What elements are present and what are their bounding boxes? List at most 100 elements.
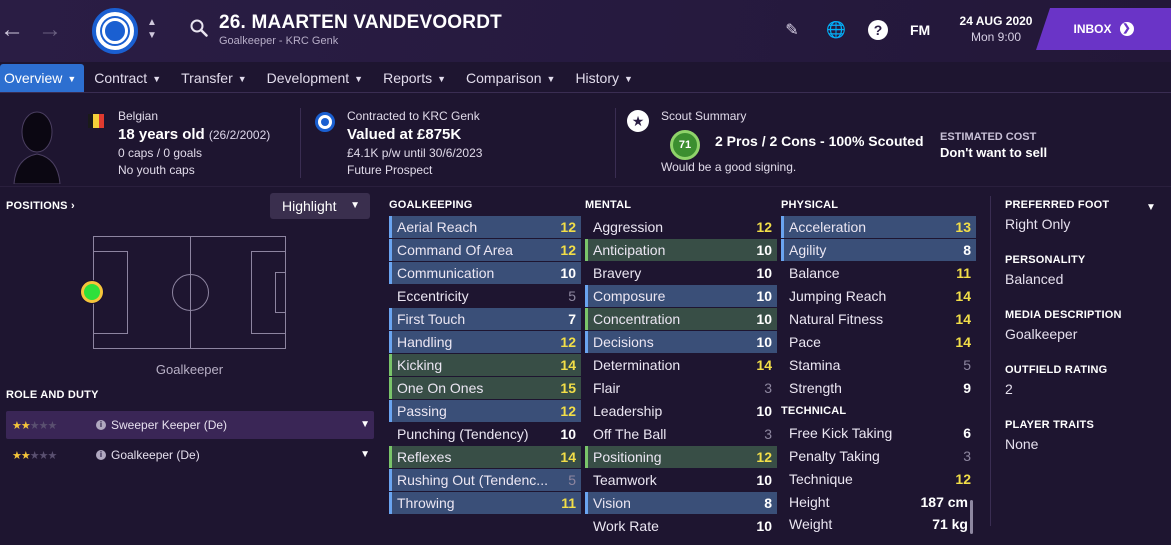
attribute-value: 9 xyxy=(963,380,971,396)
attribute-row[interactable]: Passing 12 xyxy=(389,400,581,423)
inbox-button[interactable]: INBOX ❯ xyxy=(1036,8,1171,50)
player-subtitle[interactable]: Goalkeeper - KRC Genk xyxy=(219,35,338,47)
divider xyxy=(990,196,991,526)
chevron-down-icon[interactable]: ▼ xyxy=(1146,202,1156,213)
scout-note: Would be a good signing. xyxy=(661,160,797,174)
attribute-row[interactable]: Vision 8 xyxy=(585,492,777,515)
attribute-row[interactable]: Anticipation 10 xyxy=(585,239,777,262)
attribute-row[interactable]: Aerial Reach 12 xyxy=(389,216,581,239)
forward-arrow-icon[interactable]: → xyxy=(38,18,62,42)
attribute-row[interactable]: Composure 10 xyxy=(585,285,777,308)
prospect-status: Future Prospect xyxy=(347,163,433,177)
tab-contract[interactable]: Contract ▼ xyxy=(84,64,171,92)
fm-logo[interactable]: FM xyxy=(910,22,930,38)
chevron-down-icon[interactable]: ▼ xyxy=(360,441,370,469)
player-avatar xyxy=(13,111,61,184)
highlight-dropdown[interactable]: Highlight ▼ xyxy=(270,193,370,219)
goalkeeper-position-marker[interactable] xyxy=(81,281,103,303)
attribute-row[interactable]: Punching (Tendency) 10 xyxy=(389,423,581,446)
attribute-label: Aggression xyxy=(593,219,664,235)
attribute-value: 5 xyxy=(963,357,971,373)
tab-overview[interactable]: Overview ▼ xyxy=(0,64,85,92)
attribute-row[interactable]: Technique 12 xyxy=(781,468,976,491)
attribute-value: 14 xyxy=(955,288,971,304)
chevron-down-icon[interactable]: ▼ xyxy=(360,411,370,439)
attribute-row[interactable]: Rushing Out (Tendenc... 5 xyxy=(389,469,581,492)
attribute-row[interactable]: Jumping Reach 14 xyxy=(781,285,976,308)
search-icon[interactable] xyxy=(190,19,208,37)
age: 18 years old (26/2/2002) xyxy=(118,126,271,143)
role-row[interactable]: ★★★★★ i Sweeper Keeper (De) ▼ xyxy=(6,411,374,439)
tab-reports[interactable]: Reports ▼ xyxy=(373,64,456,92)
date-label: 24 AUG 2020 xyxy=(959,14,1033,28)
scrollbar[interactable] xyxy=(970,500,973,534)
attribute-row[interactable]: Bravery 10 xyxy=(585,262,777,285)
attribute-row[interactable]: Off The Ball 3 xyxy=(585,423,777,446)
tab-development[interactable]: Development ▼ xyxy=(257,64,373,92)
attribute-value: 11 xyxy=(956,265,971,281)
attribute-row[interactable]: Flair 3 xyxy=(585,377,777,400)
info-icon[interactable]: i xyxy=(96,420,106,430)
attribute-value: 10 xyxy=(756,334,772,350)
attribute-row[interactable]: Pace 14 xyxy=(781,331,976,354)
preferred-foot-value: Right Only xyxy=(1005,216,1071,232)
attribute-label: Determination xyxy=(593,357,681,373)
contract-club[interactable]: Contracted to KRC Genk xyxy=(347,109,482,123)
club-badge[interactable] xyxy=(92,8,138,54)
back-arrow-icon[interactable]: ← xyxy=(0,18,24,42)
attribute-row[interactable]: First Touch 7 xyxy=(389,308,581,331)
attribute-row[interactable]: Work Rate 10 xyxy=(585,515,777,538)
star-icon: ★ xyxy=(627,110,649,132)
attribute-row[interactable]: Concentration 10 xyxy=(585,308,777,331)
chevron-down-icon: ▼ xyxy=(624,74,633,84)
attribute-label: Free Kick Taking xyxy=(789,425,893,441)
attribute-label: Command Of Area xyxy=(397,242,513,258)
attribute-row[interactable]: Teamwork 10 xyxy=(585,469,777,492)
attribute-row[interactable]: Leadership 10 xyxy=(585,400,777,423)
section-title: PHYSICAL xyxy=(781,199,839,211)
attribute-row[interactable]: Agility 8 xyxy=(781,239,976,262)
attribute-label: Penalty Taking xyxy=(789,448,880,464)
info-icon[interactable]: i xyxy=(96,450,106,460)
tab-transfer[interactable]: Transfer ▼ xyxy=(171,64,257,92)
attribute-row[interactable]: Positioning 12 xyxy=(585,446,777,469)
attribute-row[interactable]: Eccentricity 5 xyxy=(389,285,581,308)
attribute-row[interactable]: Handling 12 xyxy=(389,331,581,354)
positions-title[interactable]: POSITIONS › xyxy=(6,200,75,212)
weight-value: 71 kg xyxy=(932,516,968,532)
globe-icon[interactable]: 🌐 xyxy=(826,20,846,40)
club-switch-chevrons-icon[interactable]: ▲ ▼ xyxy=(145,16,159,42)
attribute-row[interactable]: Aggression 12 xyxy=(585,216,777,239)
attribute-row[interactable]: One On Ones 15 xyxy=(389,377,581,400)
attribute-label: Acceleration xyxy=(789,219,867,235)
attribute-row[interactable]: Communication 10 xyxy=(389,262,581,285)
attribute-row[interactable]: Reflexes 14 xyxy=(389,446,581,469)
attribute-row[interactable]: Kicking 14 xyxy=(389,354,581,377)
attribute-row[interactable]: Determination 14 xyxy=(585,354,777,377)
attribute-label: Bravery xyxy=(593,265,642,281)
chevron-down-icon: ▼ xyxy=(437,74,447,84)
attribute-value: 12 xyxy=(560,242,576,258)
scout-column[interactable]: Scout Summary xyxy=(661,109,746,123)
attribute-row[interactable]: Acceleration 13 xyxy=(781,216,976,239)
scout-rating-badge[interactable]: 71 xyxy=(670,130,700,160)
tab-history[interactable]: History ▼ xyxy=(565,64,642,92)
attribute-row[interactable]: Penalty Taking 3 xyxy=(781,445,976,468)
attribute-row[interactable]: Throwing 11 xyxy=(389,492,581,515)
attribute-row[interactable]: Free Kick Taking 6 xyxy=(781,422,976,445)
attribute-label: Pace xyxy=(789,334,821,350)
help-icon[interactable]: ? xyxy=(868,20,888,40)
personality-value: Balanced xyxy=(1005,271,1064,287)
role-stars: ★★★★★ xyxy=(12,449,57,462)
attribute-row[interactable]: Command Of Area 12 xyxy=(389,239,581,262)
attribute-row[interactable]: Strength 9 xyxy=(781,377,976,400)
attribute-row[interactable]: Stamina 5 xyxy=(781,354,976,377)
attribute-row[interactable]: Balance 11 xyxy=(781,262,976,285)
pencil-icon[interactable]: ✎ xyxy=(783,20,801,40)
role-row[interactable]: ★★★★★ i Goalkeeper (De) ▼ xyxy=(6,441,374,469)
attribute-row[interactable]: Decisions 10 xyxy=(585,331,777,354)
club-icon[interactable] xyxy=(315,112,335,132)
tab-comparison[interactable]: Comparison ▼ xyxy=(456,64,565,92)
date-of-birth: (26/2/2002) xyxy=(208,128,271,142)
attribute-row[interactable]: Natural Fitness 14 xyxy=(781,308,976,331)
